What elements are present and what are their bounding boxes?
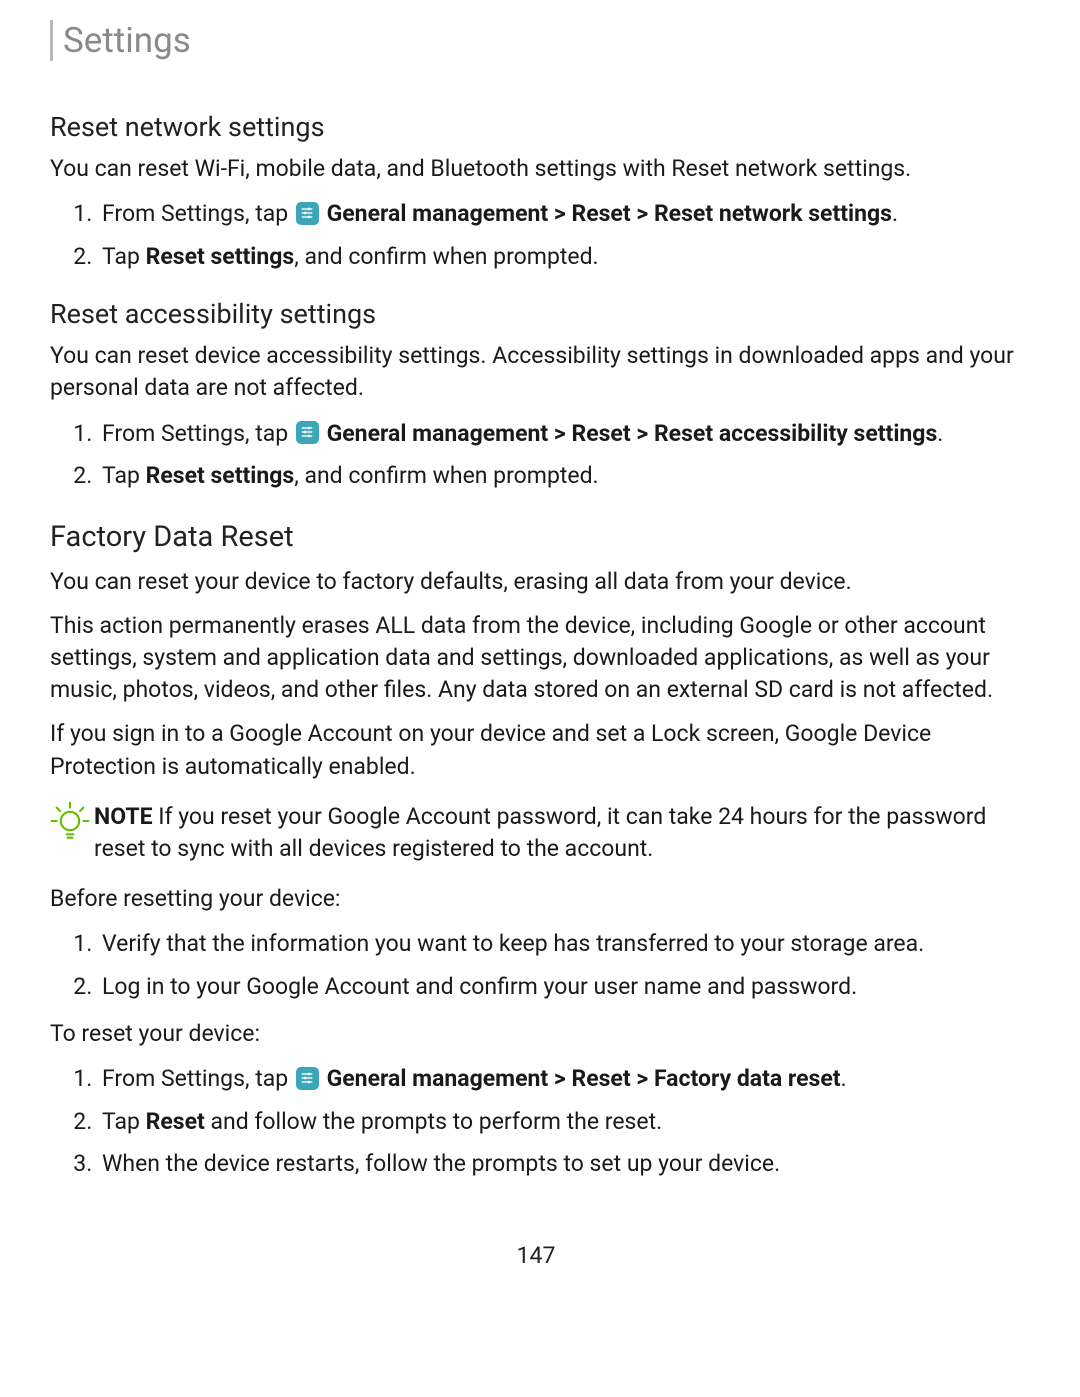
step-text: From Settings, tap xyxy=(102,420,294,447)
step-item: From Settings, tap General management > … xyxy=(98,417,1022,452)
steps-reset-accessibility: From Settings, tap General management > … xyxy=(50,417,1022,494)
step-item: Log in to your Google Account and confir… xyxy=(98,970,1022,1005)
steps-reset-network: From Settings, tap General management > … xyxy=(50,197,1022,274)
step-bold: General management > Reset > Reset acces… xyxy=(327,420,938,447)
heading-factory-reset: Factory Data Reset xyxy=(50,520,1022,554)
note-label: NOTE xyxy=(94,803,153,830)
step-text: Tap xyxy=(102,243,146,270)
to-reset-heading: To reset your device: xyxy=(50,1018,1022,1050)
intro-reset-accessibility: You can reset device accessibility setti… xyxy=(50,340,1022,404)
heading-reset-accessibility: Reset accessibility settings xyxy=(50,298,1022,330)
sliders-icon xyxy=(296,421,319,444)
heading-reset-network: Reset network settings xyxy=(50,111,1022,143)
note-block: NOTE If you reset your Google Account pa… xyxy=(50,801,1022,865)
sliders-icon xyxy=(296,202,319,225)
step-bold: General management > Reset > Factory dat… xyxy=(327,1065,841,1092)
steps-to-reset: From Settings, tap General management > … xyxy=(50,1062,1022,1182)
factory-intro-3: If you sign in to a Google Account on yo… xyxy=(50,718,1022,782)
step-text: Tap xyxy=(102,1108,146,1135)
page-number: 147 xyxy=(50,1242,1022,1269)
step-item: Tap Reset settings, and confirm when pro… xyxy=(98,240,1022,275)
step-suffix: , and confirm when prompted. xyxy=(294,462,598,489)
step-bold: General management > Reset > Reset netwo… xyxy=(327,200,892,227)
step-item: From Settings, tap General management > … xyxy=(98,1062,1022,1097)
factory-intro-1: You can reset your device to factory def… xyxy=(50,566,1022,598)
step-bold: Reset settings xyxy=(146,243,295,270)
step-text: From Settings, tap xyxy=(102,1065,294,1092)
step-period: . xyxy=(937,420,943,447)
note-body: If you reset your Google Account passwor… xyxy=(94,803,986,862)
note-content: NOTE If you reset your Google Account pa… xyxy=(94,801,1022,865)
step-item: From Settings, tap General management > … xyxy=(98,197,1022,232)
step-period: . xyxy=(841,1065,847,1092)
step-bold: Reset xyxy=(146,1108,205,1135)
step-suffix: , and confirm when prompted. xyxy=(294,243,598,270)
factory-intro-2: This action permanently erases ALL data … xyxy=(50,610,1022,707)
step-item: Tap Reset settings, and confirm when pro… xyxy=(98,459,1022,494)
intro-reset-network: You can reset Wi-Fi, mobile data, and Bl… xyxy=(50,153,1022,185)
step-text: From Settings, tap xyxy=(102,200,294,227)
page-header-title: Settings xyxy=(63,20,191,61)
steps-before-reset: Verify that the information you want to … xyxy=(50,927,1022,1004)
before-reset-heading: Before resetting your device: xyxy=(50,883,1022,915)
step-item: Verify that the information you want to … xyxy=(98,927,1022,962)
step-suffix: and follow the prompts to perform the re… xyxy=(205,1108,662,1135)
step-period: . xyxy=(892,200,898,227)
sliders-icon xyxy=(296,1067,319,1090)
page-header: Settings xyxy=(50,20,1022,61)
step-text: Tap xyxy=(102,462,146,489)
lightbulb-icon xyxy=(50,801,90,841)
step-item: Tap Reset and follow the prompts to perf… xyxy=(98,1105,1022,1140)
step-item: When the device restarts, follow the pro… xyxy=(98,1147,1022,1182)
step-bold: Reset settings xyxy=(146,462,295,489)
